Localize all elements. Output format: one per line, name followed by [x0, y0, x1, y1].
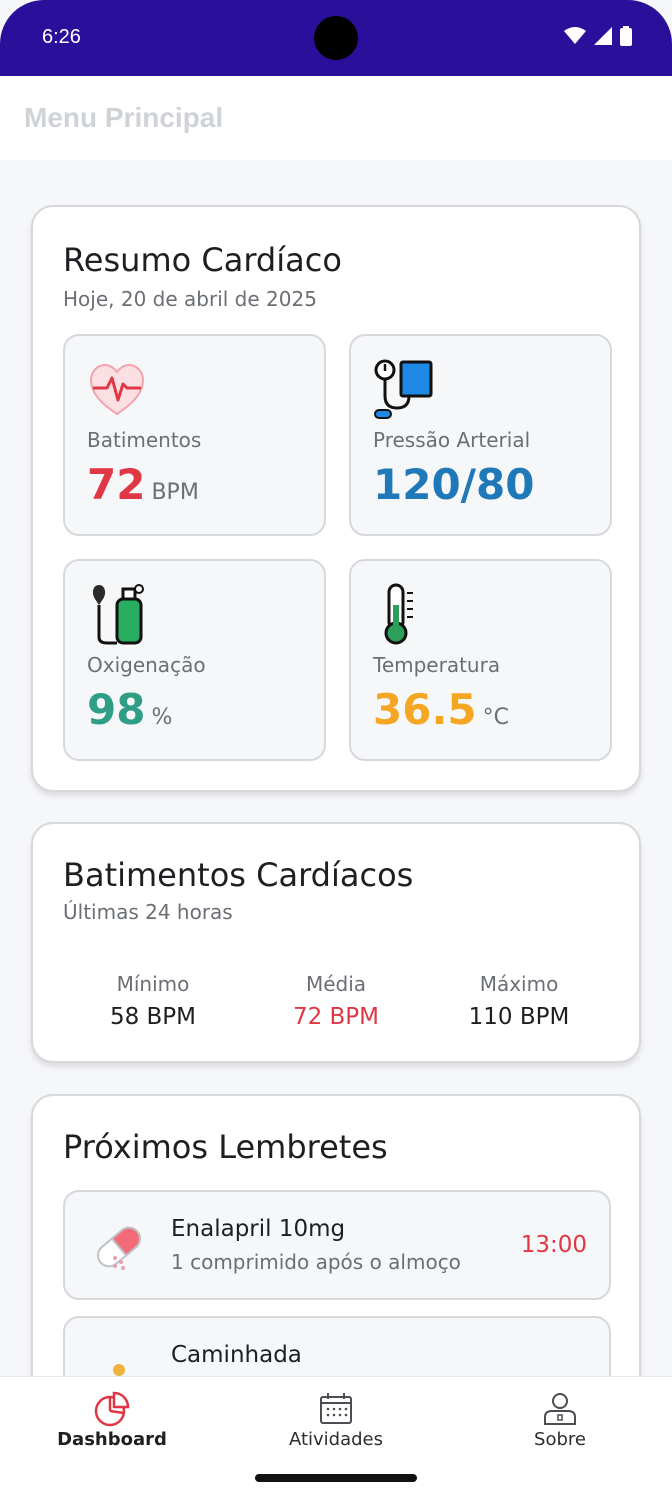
reminder-time: 13:00	[520, 1232, 587, 1258]
summary-date: Hoje, 20 de abril de 2025	[63, 287, 317, 311]
reminder-title: Enalapril 10mg	[171, 1216, 346, 1242]
reminders-title: Próximos Lembretes	[63, 1128, 388, 1166]
app-bar: Menu Principal	[0, 76, 672, 160]
metric-value: 98	[87, 685, 146, 734]
metric-unit: BPM	[151, 480, 199, 505]
metric-unit: °C	[482, 705, 510, 730]
metric-label: Temperatura	[373, 653, 501, 677]
page-title: Menu Principal	[24, 102, 224, 133]
nav-dashboard[interactable]: Dashboard	[0, 1377, 224, 1461]
camera-cutout	[314, 16, 358, 60]
metric-label: Pressão Arterial	[373, 428, 531, 452]
metric-label: Batimentos	[87, 428, 202, 452]
nav-label: Sobre	[534, 1429, 586, 1450]
battery-icon	[620, 26, 632, 46]
nav-sobre[interactable]: Sobre	[448, 1377, 672, 1461]
dashboard-pie-icon	[94, 1391, 130, 1427]
summary-title: Resumo Cardíaco	[63, 241, 342, 279]
heart-rate-title: Batimentos Cardíacos	[63, 856, 414, 894]
heart-rate-icon	[89, 363, 145, 416]
reminder-item[interactable]: Enalapril 10mg 1 comprimido após o almoç…	[63, 1190, 611, 1300]
thermometer-icon	[384, 583, 413, 645]
heart-rate-card[interactable]: Batimentos Cardíacos Últimas 24 horas Mí…	[31, 822, 641, 1063]
pill-icon	[97, 1226, 141, 1270]
status-time: 6:26	[42, 26, 81, 48]
profile-icon	[544, 1393, 576, 1425]
stat-minimum: Mínimo 58 BPM	[53, 972, 253, 1030]
cell-signal-icon	[594, 27, 612, 45]
reminder-title: Caminhada	[171, 1342, 302, 1368]
metric-blood-pressure[interactable]: Pressão Arterial 120/80	[349, 334, 612, 536]
status-bar: 6:26	[0, 0, 672, 76]
blood-pressure-icon	[374, 359, 433, 419]
stat-value: 58 BPM	[109, 1004, 197, 1030]
nav-label: Atividades	[288, 1429, 384, 1450]
metric-temperature[interactable]: Temperatura 36.5 °C	[349, 559, 612, 761]
wifi-icon	[564, 27, 586, 44]
gesture-area	[0, 1460, 672, 1496]
summary-card: Resumo Cardíaco Hoje, 20 de abril de 202…	[31, 205, 641, 792]
metric-value: 72	[87, 460, 146, 509]
metric-label: Oxigenação	[87, 653, 206, 677]
metric-oxygen[interactable]: Oxigenação 98%	[63, 559, 326, 761]
stat-maximum: Máximo 110 BPM	[419, 972, 619, 1030]
nav-atividades[interactable]: Atividades	[224, 1377, 448, 1461]
nav-label: Dashboard	[57, 1429, 167, 1450]
calendar-icon	[320, 1393, 352, 1424]
metric-heart-rate[interactable]: Batimentos 72 BPM	[63, 334, 326, 536]
stat-value: 72 BPM	[292, 1004, 380, 1030]
oxygen-tank-icon	[92, 584, 144, 645]
metric-value: 120/80	[373, 460, 535, 509]
heart-rate-subtitle: Últimas 24 horas	[63, 900, 233, 924]
metric-unit: %	[151, 705, 173, 730]
reminder-description: 1 comprimido após o almoço	[171, 1250, 461, 1274]
stat-average: Média 72 BPM	[236, 972, 436, 1030]
stat-label: Máximo	[479, 972, 559, 996]
bottom-nav: Dashboard Atividades Sobre	[0, 1376, 672, 1460]
status-icons	[564, 26, 632, 46]
metric-value: 36.5	[373, 685, 477, 734]
stat-label: Média	[305, 972, 367, 996]
stat-value: 110 BPM	[468, 1004, 570, 1030]
stat-label: Mínimo	[116, 972, 190, 996]
home-gesture-bar[interactable]	[255, 1474, 417, 1482]
